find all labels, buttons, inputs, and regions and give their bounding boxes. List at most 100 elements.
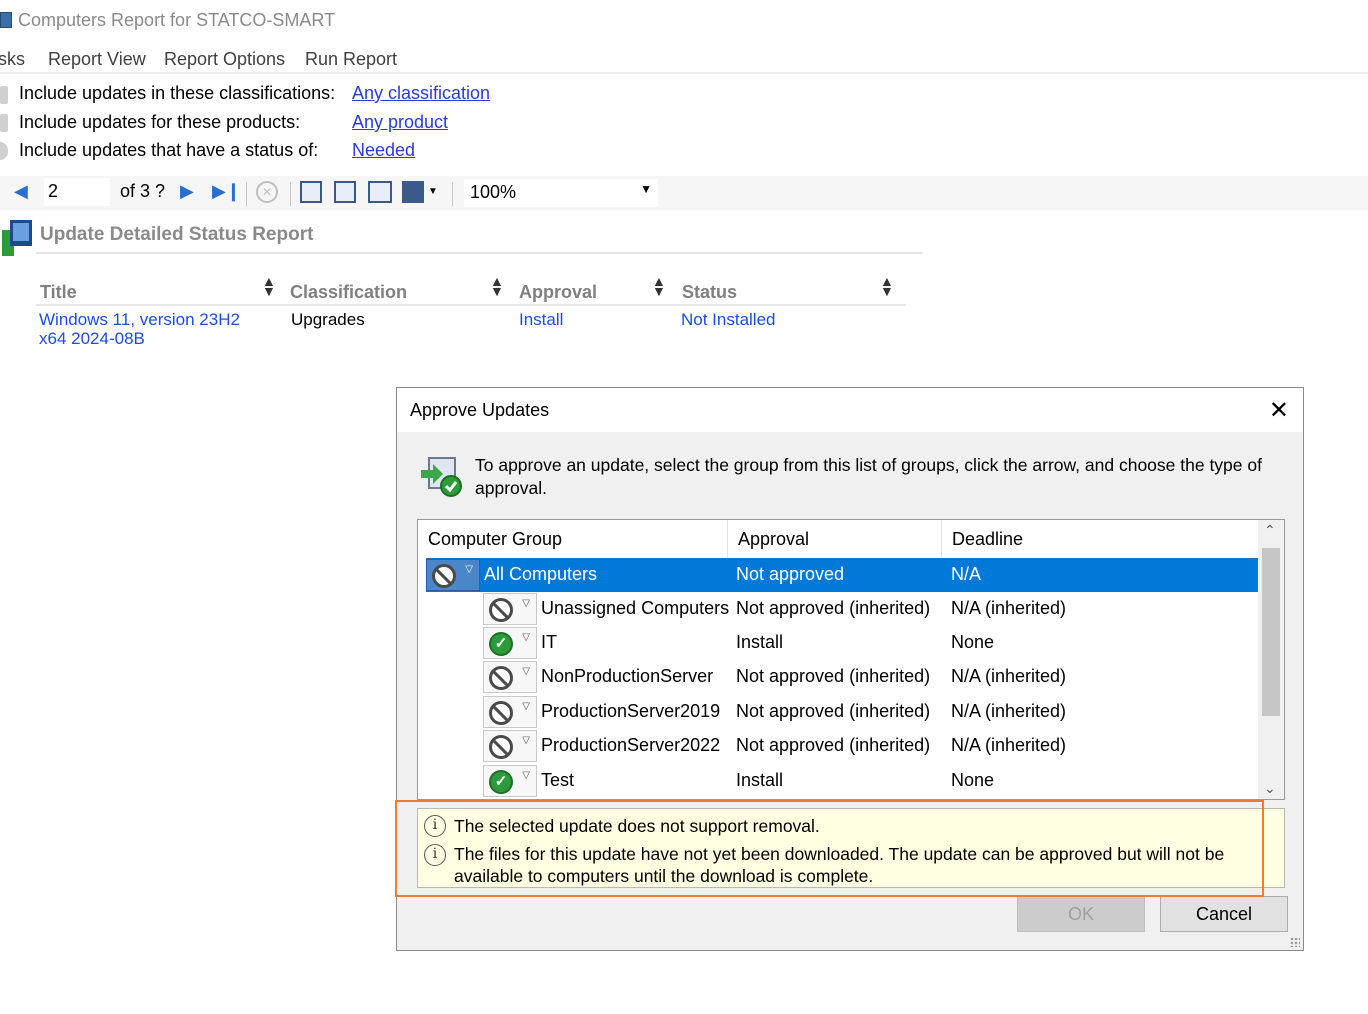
scroll-down-icon[interactable]: ⌄ <box>1264 780 1276 797</box>
check-icon: ✓ <box>489 770 513 794</box>
list-scrollbar[interactable]: ⌃ ⌄ <box>1258 520 1284 799</box>
zoom-value: 100% <box>470 182 517 202</box>
separator <box>290 182 291 206</box>
column-classification-header[interactable]: Classification <box>290 282 407 303</box>
report-row-approval-link[interactable]: Install <box>519 310 563 330</box>
approval-dropdown-button[interactable]: ▽ <box>483 696 537 728</box>
last-page-icon[interactable]: ▶❙ <box>212 181 241 202</box>
report-row-status-link[interactable]: Not Installed <box>681 310 776 330</box>
dialog-title: Approve Updates <box>410 400 550 420</box>
chevron-down-icon: ▽ <box>522 666 530 677</box>
menu-run-report[interactable]: Run Report <box>305 49 397 70</box>
group-row[interactable]: ▽ All Computers Not approved N/A <box>426 558 1258 592</box>
group-deadline: N/A <box>951 564 982 584</box>
sort-icon[interactable]: ▲ ▼ <box>490 274 504 298</box>
chevron-down-icon: ▽ <box>522 598 530 609</box>
chevron-down-icon: ▽ <box>465 564 473 575</box>
separator <box>452 182 453 206</box>
group-name: NonProductionServer <box>541 666 714 686</box>
computer-group-list[interactable]: Computer Group Approval Deadline ▽ All C… <box>417 519 1285 800</box>
approval-dropdown-button[interactable]: ▽ <box>483 661 537 693</box>
criteria-status-label: Include updates that have a status of: <box>19 140 319 160</box>
group-row[interactable]: ▽ ProductionServer2019 Not approved (inh… <box>426 695 1258 729</box>
group-deadline: None <box>951 632 995 652</box>
close-icon[interactable]: ✕ <box>1269 396 1289 425</box>
group-approval: Not approved (inherited) <box>736 666 931 686</box>
export-icon[interactable] <box>402 181 424 203</box>
group-approval: Not approved (inherited) <box>736 598 931 618</box>
block-icon <box>489 666 513 690</box>
chevron-down-icon: ▽ <box>522 735 530 746</box>
group-deadline: None <box>951 770 995 790</box>
approval-dropdown-button[interactable]: ▽ <box>483 593 537 625</box>
column-computer-group-header[interactable]: Computer Group <box>418 520 728 558</box>
export-dropdown-icon[interactable]: ▼ <box>428 186 438 197</box>
group-approval: Install <box>736 770 784 790</box>
status-link[interactable]: Needed <box>352 140 415 161</box>
cancel-button[interactable]: Cancel <box>1160 896 1288 932</box>
print-layout-icon[interactable] <box>334 181 356 203</box>
group-row[interactable]: ▽ ProductionServer2022 Not approved (inh… <box>426 729 1258 763</box>
group-row[interactable]: ▽ NonProductionServer Not approved (inhe… <box>426 660 1258 694</box>
ok-button[interactable]: OK <box>1017 896 1145 932</box>
column-title-header[interactable]: Title <box>40 282 77 303</box>
sort-icon[interactable]: ▲ ▼ <box>652 274 666 298</box>
sort-icon[interactable]: ▲ ▼ <box>880 274 894 298</box>
group-name: IT <box>541 632 557 652</box>
print-icon[interactable] <box>300 181 322 203</box>
report-row-title-link[interactable]: Windows 11, version 23H2 x64 2024-08B <box>39 310 269 348</box>
criteria-classification-label: Include updates in these classifications… <box>19 83 336 103</box>
group-approval: Install <box>736 632 784 652</box>
group-approval: Not approved <box>736 564 845 584</box>
approval-dropdown-button[interactable]: ✓ ▽ <box>483 627 537 659</box>
dialog-titlebar: Approve Updates ✕ <box>397 388 1303 432</box>
chevron-down-icon: ▽ <box>522 770 530 781</box>
resize-grip-icon[interactable] <box>1290 937 1300 947</box>
group-row[interactable]: ✓ ▽ Test Install None <box>426 764 1258 798</box>
page-setup-icon[interactable] <box>368 181 392 203</box>
approval-dropdown-button[interactable]: ✓ ▽ <box>483 765 537 797</box>
block-icon <box>489 735 513 759</box>
group-deadline: N/A (inherited) <box>951 735 1067 755</box>
app-icon <box>0 12 12 28</box>
classification-link[interactable]: Any classification <box>352 83 490 104</box>
menu-tasks[interactable]: sks <box>0 49 25 70</box>
group-name: All Computers <box>484 564 598 584</box>
approve-updates-icon <box>421 457 462 497</box>
menu-report-view[interactable]: Report View <box>48 49 146 70</box>
page-count: of 3 ? <box>120 181 166 201</box>
block-icon <box>432 564 456 588</box>
column-status-header[interactable]: Status <box>682 282 737 303</box>
approval-dropdown-button[interactable]: ▽ <box>483 730 537 762</box>
report-computer-icon <box>2 220 32 256</box>
report-title: Update Detailed Status Report <box>40 224 314 245</box>
next-page-icon[interactable]: ▶ <box>180 181 194 202</box>
classification-icon <box>0 86 8 104</box>
scroll-up-icon[interactable]: ⌃ <box>1264 522 1276 539</box>
chevron-down-icon: ▽ <box>522 632 530 643</box>
group-row[interactable]: ▽ Unassigned Computers Not approved (inh… <box>426 592 1258 626</box>
menu-report-options[interactable]: Report Options <box>164 49 285 70</box>
page-number-input[interactable]: 2 <box>44 178 110 206</box>
stop-icon[interactable]: ✕ <box>256 181 278 203</box>
previous-page-icon[interactable]: ◀ <box>14 181 28 202</box>
report-divider <box>36 252 923 254</box>
group-row[interactable]: ✓ ▽ IT Install None <box>426 626 1258 660</box>
approval-dropdown-button[interactable]: ▽ <box>426 559 480 591</box>
sort-icon[interactable]: ▲ ▼ <box>262 274 276 298</box>
zoom-select[interactable]: 100% ▼ <box>464 179 658 207</box>
group-name: ProductionServer2019 <box>541 701 721 721</box>
group-name: ProductionServer2022 <box>541 735 721 755</box>
dialog-instructions: To approve an update, select the group f… <box>475 455 1262 498</box>
group-deadline: N/A (inherited) <box>951 598 1067 618</box>
column-deadline-header[interactable]: Deadline <box>942 520 1260 558</box>
column-approval-header[interactable]: Approval <box>728 520 942 558</box>
products-link[interactable]: Any product <box>352 112 448 133</box>
scrollbar-thumb[interactable] <box>1262 548 1280 716</box>
group-name: Test <box>541 770 575 790</box>
criteria-products-label: Include updates for these products: <box>19 112 301 132</box>
group-approval: Not approved (inherited) <box>736 735 931 755</box>
block-icon <box>489 598 513 622</box>
column-approval-header[interactable]: Approval <box>519 282 597 303</box>
chevron-down-icon: ▽ <box>522 701 530 712</box>
